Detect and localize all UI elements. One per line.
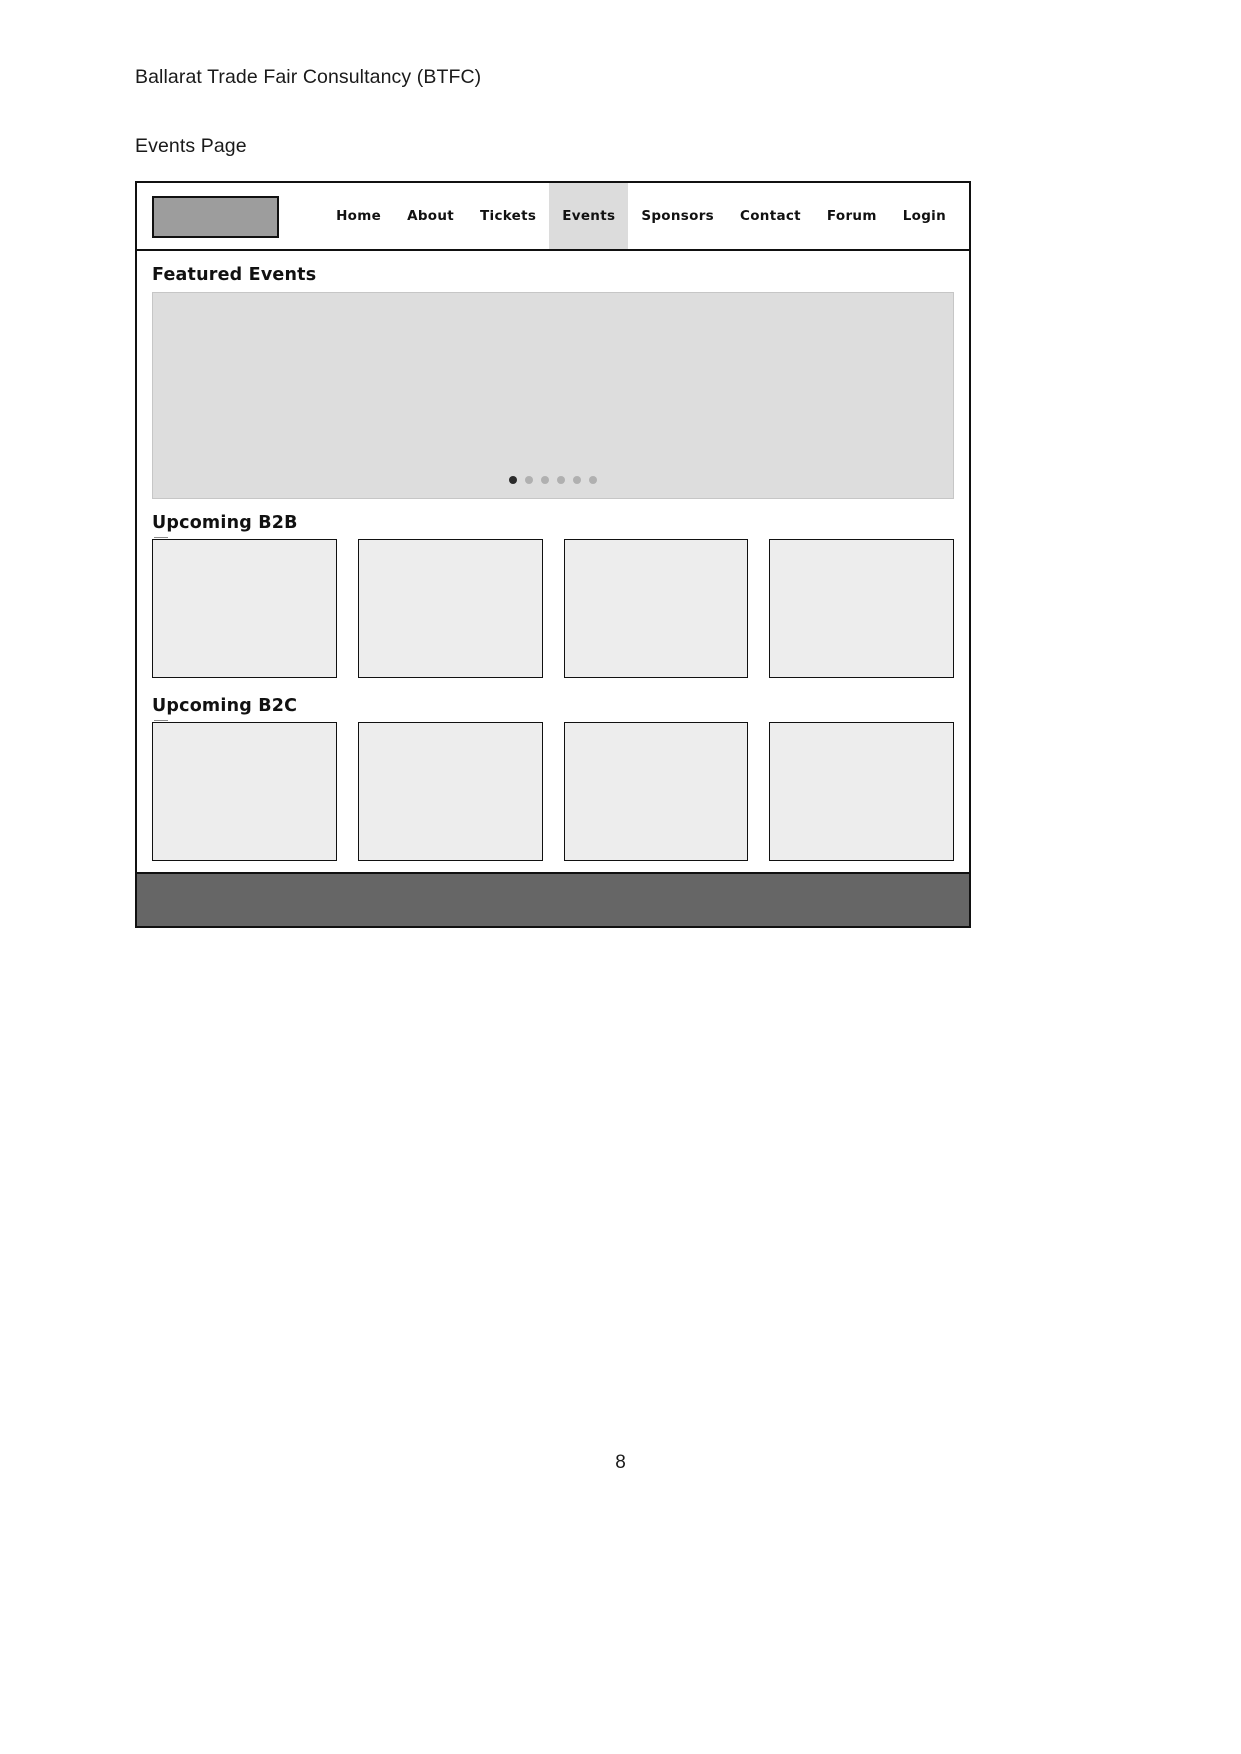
event-card[interactable]	[769, 722, 954, 861]
wireframe-mockup: Home About Tickets Events Sponsors Conta…	[135, 181, 971, 928]
nav-item-label: Contact	[740, 208, 801, 224]
upcoming-b2c-card-row	[152, 722, 954, 861]
page-content: Featured Events Upcoming B2B Upcoming B2…	[137, 251, 969, 874]
nav-item-login[interactable]: Login	[890, 183, 959, 249]
nav-item-label: Login	[902, 208, 946, 224]
nav-item-label: Sponsors	[641, 208, 714, 224]
carousel-dot[interactable]	[557, 476, 565, 484]
site-footer	[137, 874, 969, 926]
carousel-dot[interactable]	[525, 476, 533, 484]
nav-item-label: Events	[562, 208, 616, 224]
nav-item-sponsors[interactable]: Sponsors	[628, 183, 727, 249]
section-heading-upcoming-b2b: Upcoming B2B	[152, 513, 954, 538]
site-navbar: Home About Tickets Events Sponsors Conta…	[137, 183, 969, 251]
featured-events-carousel[interactable]	[152, 292, 954, 499]
event-card[interactable]	[769, 539, 954, 678]
section-heading-upcoming-b2c: Upcoming B2C	[152, 696, 954, 721]
event-card[interactable]	[152, 539, 337, 678]
carousel-dot[interactable]	[509, 476, 517, 484]
event-card[interactable]	[152, 722, 337, 861]
page-label: Events Page	[135, 135, 247, 157]
nav-item-contact[interactable]: Contact	[727, 183, 814, 249]
upcoming-b2b-card-row	[152, 539, 954, 678]
nav-item-home[interactable]: Home	[323, 183, 394, 249]
nav-item-tickets[interactable]: Tickets	[467, 183, 549, 249]
nav-item-about[interactable]: About	[394, 183, 467, 249]
nav-item-label: Tickets	[480, 208, 537, 224]
nav-item-label: Home	[336, 208, 382, 224]
document-title: Ballarat Trade Fair Consultancy (BTFC)	[135, 66, 482, 88]
nav-item-label: Forum	[826, 208, 877, 224]
nav-links: Home About Tickets Events Sponsors Conta…	[323, 183, 959, 249]
carousel-dot[interactable]	[589, 476, 597, 484]
page-number: 8	[615, 1452, 626, 1473]
section-heading-featured-events: Featured Events	[152, 265, 317, 285]
nav-item-events[interactable]: Events	[549, 183, 629, 249]
logo-placeholder[interactable]	[152, 196, 279, 238]
carousel-dot[interactable]	[541, 476, 549, 484]
event-card[interactable]	[357, 539, 543, 678]
event-card[interactable]	[357, 722, 543, 861]
carousel-dot[interactable]	[573, 476, 581, 484]
nav-item-label: About	[407, 208, 455, 224]
nav-item-forum[interactable]: Forum	[814, 183, 890, 249]
event-card[interactable]	[563, 539, 749, 678]
carousel-pagination	[153, 476, 953, 484]
event-card[interactable]	[563, 722, 749, 861]
